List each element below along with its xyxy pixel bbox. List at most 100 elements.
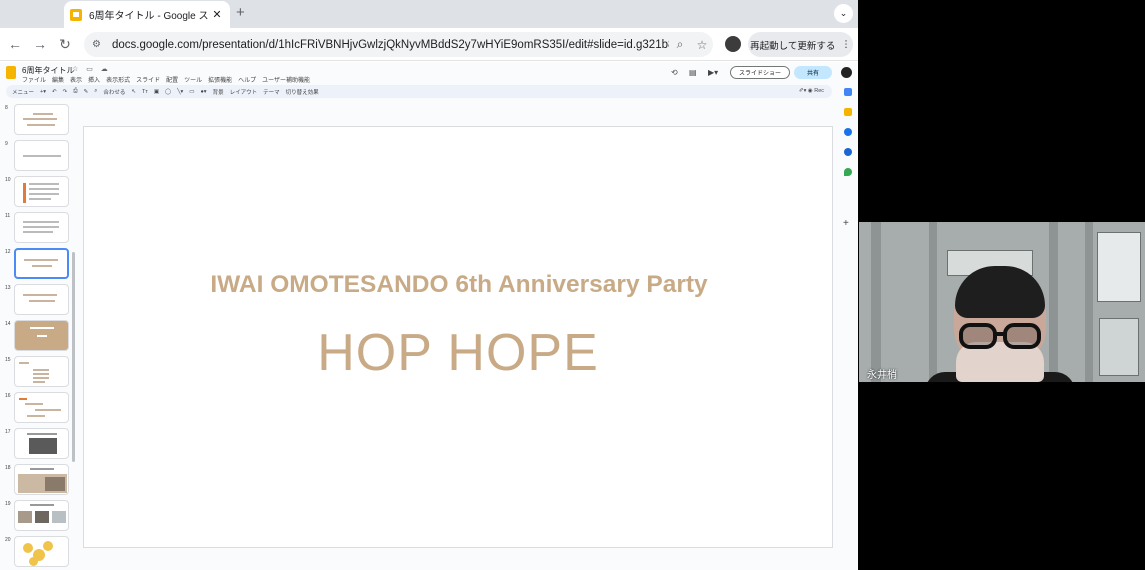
slide-thumbnail-13[interactable]: 13 <box>0 284 78 316</box>
tab-search-button[interactable]: ⌄ <box>834 4 853 23</box>
meet-camera-icon[interactable]: ▶▾ <box>708 68 718 77</box>
reload-icon[interactable]: ↻ <box>57 36 73 52</box>
menu-extensions[interactable]: 拡張機能 <box>208 75 232 84</box>
menu-insert[interactable]: 挿入 <box>88 75 100 84</box>
slide-thumbnail-8[interactable]: 8 <box>0 104 78 136</box>
slide-canvas[interactable]: IWAI OMOTESANDO 6th Anniversary Party HO… <box>83 126 833 548</box>
site-info-icon[interactable]: ⚙ <box>92 39 104 50</box>
menu-arrange[interactable]: 配置 <box>166 75 178 84</box>
glasses-bridge <box>996 332 1004 336</box>
slide-preview <box>14 356 69 387</box>
menu-edit[interactable]: 編集 <box>52 75 64 84</box>
menu-accessibility[interactable]: ユーザー補助機能 <box>262 75 310 84</box>
zoom-tool-icon[interactable]: ⌕ <box>94 88 97 95</box>
participant-video-tile: 永井梢 <box>859 222 1145 382</box>
slide-number: 13 <box>5 285 11 291</box>
paint-format-icon[interactable]: ✎ <box>84 89 89 95</box>
rec-button[interactable]: ✐▾ ◉ Rec <box>799 88 824 94</box>
close-tab-icon[interactable]: ✕ <box>210 8 224 21</box>
keep-icon[interactable] <box>844 108 852 116</box>
search-menus-input[interactable]: メニュー <box>12 88 34 96</box>
slide-preview <box>14 104 69 135</box>
menu-tools[interactable]: ツール <box>184 75 202 84</box>
browser-tab[interactable]: 6周年タイトル - Google スライド ✕ <box>64 1 230 28</box>
select-cursor-icon[interactable]: ↖ <box>131 89 136 95</box>
calendar-icon[interactable] <box>844 88 852 96</box>
image-icon[interactable]: ▣ <box>154 89 159 95</box>
slide-number: 9 <box>5 141 8 147</box>
share-button[interactable]: 共有 <box>794 66 832 79</box>
theme-button[interactable]: テーマ <box>263 88 280 96</box>
slide-thumbnail-10[interactable]: 10 <box>0 176 78 208</box>
menu-help[interactable]: ヘルプ <box>238 75 256 84</box>
slide-subtitle-text[interactable]: IWAI OMOTESANDO 6th Anniversary Party <box>84 271 834 299</box>
contacts-icon[interactable] <box>844 148 852 156</box>
text-box-icon[interactable]: Tт <box>142 89 148 95</box>
rec-label: Rec <box>814 88 824 94</box>
slideshow-button[interactable]: スライドショー <box>730 66 790 79</box>
shape-icon[interactable]: ◯ <box>165 89 171 95</box>
bookmark-star-icon[interactable]: ☆ <box>691 38 713 52</box>
slide-title-text[interactable]: HOP HOPE <box>84 323 832 383</box>
layout-button[interactable]: レイアウト <box>230 88 258 96</box>
forward-arrow-icon[interactable]: → <box>32 36 48 52</box>
undo-icon[interactable]: ↶ <box>52 89 57 95</box>
tasks-icon[interactable] <box>844 128 852 136</box>
zoom-select[interactable]: 合わせる <box>103 88 125 96</box>
zoom-icon[interactable]: ⌕ <box>669 37 691 52</box>
slide-preview <box>14 500 69 531</box>
tab-title: 6周年タイトル - Google スライド <box>89 11 210 22</box>
account-avatar[interactable] <box>841 67 852 78</box>
slide-preview <box>14 320 69 351</box>
slide-thumbnail-11[interactable]: 11 <box>0 212 78 244</box>
title-actions-icon[interactable]: ☆ ▭ ☁ <box>72 65 111 73</box>
menu-view[interactable]: 表示 <box>70 75 82 84</box>
add-slide-icon[interactable]: +▾ <box>40 89 46 95</box>
slides-app: 6周年タイトル ☆ ▭ ☁ ファイル 編集 表示 挿入 表示形式 スライド 配置… <box>0 62 858 570</box>
comments-icon[interactable]: ▤ <box>689 68 697 77</box>
menu-file[interactable]: ファイル <box>22 75 46 84</box>
menu-bar: ファイル 編集 表示 挿入 表示形式 スライド 配置 ツール 拡張機能 ヘルプ … <box>22 75 310 84</box>
slide-thumbnail-15[interactable]: 15 <box>0 356 78 388</box>
slide-number: 12 <box>5 249 11 255</box>
menu-format[interactable]: 表示形式 <box>106 75 130 84</box>
slide-number: 14 <box>5 321 11 327</box>
line-icon[interactable]: ╲▾ <box>177 89 183 95</box>
relaunch-update-button[interactable]: 再起動して更新する ⋮ <box>748 32 853 57</box>
relaunch-update-label: 再起動して更新する <box>750 40 836 52</box>
browser-toolbar: ← → ↻ ⚙ docs.google.com/presentation/d/1… <box>0 28 858 61</box>
transition-button[interactable]: 切り替え効果 <box>286 88 319 96</box>
slide-thumbnail-9[interactable]: 9 <box>0 140 78 172</box>
slide-thumbnail-12[interactable]: 12 <box>0 248 78 280</box>
slide-thumbnail-18[interactable]: 18 <box>0 464 78 496</box>
add-on-plus-icon[interactable]: + <box>843 218 849 229</box>
redo-icon[interactable]: ↷ <box>63 89 68 95</box>
slide-thumbnail-19[interactable]: 19 <box>0 500 78 532</box>
slideshow-label: スライドショー <box>738 71 781 77</box>
slide-number: 17 <box>5 429 11 435</box>
slides-favicon-icon <box>70 8 82 21</box>
slide-thumbnail-17[interactable]: 17 <box>0 428 78 460</box>
slides-logo-icon[interactable] <box>6 66 16 79</box>
history-icon[interactable]: ⟲ <box>671 68 678 77</box>
edit-toolbar: メニュー +▾ ↶ ↷ ⎙ ✎ ⌕ 合わせる ↖ Tт ▣ ◯ ╲▾ ▭ ●▾ … <box>6 85 832 98</box>
comment-add-icon[interactable]: ▭ <box>189 89 194 95</box>
person-icon[interactable]: ●▾ <box>200 89 206 95</box>
address-bar[interactable]: ⚙ docs.google.com/presentation/d/1hIcFRi… <box>84 32 713 57</box>
background-button[interactable]: 背景 <box>213 88 224 96</box>
more-vert-icon: ⋮ <box>841 39 851 50</box>
slide-number: 11 <box>5 213 11 219</box>
slide-thumbnail-14[interactable]: 14 <box>0 320 78 352</box>
menu-slide[interactable]: スライド <box>136 75 160 84</box>
print-icon[interactable]: ⎙ <box>73 88 77 95</box>
new-tab-button[interactable]: + <box>236 4 245 21</box>
url-text: docs.google.com/presentation/d/1hIcFRiVB… <box>112 38 669 51</box>
slide-thumbnail-20[interactable]: 20 <box>0 536 78 568</box>
slide-thumbnail-16[interactable]: 16 <box>0 392 78 424</box>
maps-icon[interactable] <box>844 168 852 176</box>
glasses-left-lens <box>959 323 997 349</box>
profile-avatar[interactable] <box>725 36 741 52</box>
slide-preview <box>14 176 69 207</box>
filmstrip-scrollbar[interactable] <box>72 252 75 462</box>
back-arrow-icon[interactable]: ← <box>7 36 23 52</box>
